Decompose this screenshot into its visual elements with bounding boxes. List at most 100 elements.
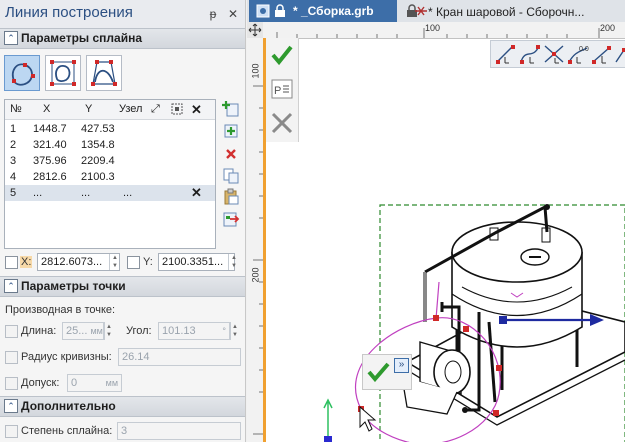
angle-spinner[interactable]: ▲ ▼	[229, 323, 240, 339]
paste-node-button[interactable]	[222, 188, 240, 206]
section-additional[interactable]: ⌃ Дополнительно	[0, 396, 245, 417]
delete-column-icon[interactable]: ✕	[191, 102, 202, 118]
section-point-params[interactable]: ⌃ Параметры точки	[0, 276, 245, 297]
degree-label: Степень сплайна:	[21, 425, 113, 437]
collapse-icon[interactable]: ⌃	[4, 279, 18, 293]
tab-assembly-label: * _Сборка.grb	[293, 4, 374, 18]
document-tabs: * _Сборка.grb * Кран шаровой - Сборочн..…	[247, 0, 625, 23]
row5-x[interactable]: ...	[33, 185, 75, 201]
curvature-checkbox[interactable]	[5, 351, 18, 364]
import-icon	[223, 212, 240, 227]
drawing-canvas[interactable]: 100 200 100 200 P 0.0 »	[247, 22, 625, 442]
add-node-after-button[interactable]	[222, 122, 240, 140]
polyline-spline-button[interactable]	[86, 55, 122, 91]
nodes-table: № X Y Узел ⤢ ✕ 1 1448.7 427.53 2 321.40 …	[4, 99, 216, 249]
row4-x[interactable]: 2812.6	[33, 169, 75, 185]
col-header-y: Y	[85, 100, 93, 120]
delete-node-icon	[226, 149, 236, 159]
degree-input[interactable]: 3	[117, 422, 241, 440]
assembly-drawing	[323, 204, 625, 442]
tab-assembly[interactable]: * _Сборка.grb	[249, 0, 397, 22]
x-lock-checkbox[interactable]	[5, 256, 18, 269]
tab-ball-valve-label[interactable]: * Кран шаровой - Сборочн...	[428, 5, 584, 19]
add-node-before-button[interactable]	[222, 100, 240, 118]
pin-icon[interactable]: ᵽ	[206, 7, 220, 21]
ok-check-icon[interactable]	[366, 359, 392, 385]
spline-panel: Линия построения ᵽ ✕ ⌃ Параметры сплайна…	[0, 0, 246, 442]
import-nodes-button[interactable]	[222, 210, 240, 228]
degree-checkbox[interactable]	[5, 425, 18, 438]
tolerance-checkbox[interactable]	[5, 377, 18, 390]
section-additional-label: Дополнительно	[21, 399, 116, 413]
y-lock-checkbox[interactable]	[127, 256, 140, 269]
length-checkbox[interactable]	[5, 325, 18, 338]
delete-row-icon[interactable]: ✕	[191, 185, 202, 201]
length-spinner[interactable]: ▲ ▼	[103, 323, 114, 339]
inline-confirm-popup: »	[362, 354, 412, 390]
closed-curve-button[interactable]	[45, 55, 81, 91]
tolerance-input[interactable]: 0 мм	[67, 374, 122, 392]
polyline-spline-icon	[91, 60, 117, 86]
length-unit: мм	[90, 326, 103, 336]
row3-x[interactable]: 375.96	[33, 153, 75, 169]
angle-label: Угол:	[126, 325, 152, 337]
valve-icon	[415, 6, 427, 16]
more-options-button[interactable]: »	[394, 358, 409, 373]
row2-x[interactable]: 321.40	[33, 137, 75, 153]
closed-spline-icon	[12, 63, 35, 86]
paste-icon	[224, 188, 239, 205]
panel-header: Линия построения ᵽ ✕	[0, 0, 245, 28]
col-header-node: Узел	[119, 100, 143, 120]
section-spline-params[interactable]: ⌃ Параметры сплайна	[0, 28, 245, 49]
table-header	[5, 100, 215, 120]
y-spinner[interactable]: ▲ ▼	[228, 254, 239, 270]
add-node-before-icon	[222, 101, 239, 117]
y-label: Y:	[143, 256, 153, 268]
close-panel-button[interactable]: ✕	[226, 7, 240, 21]
closed-curve-icon	[50, 60, 76, 86]
row1-y[interactable]: 427.53	[81, 121, 115, 137]
length-value: 25...	[66, 325, 88, 337]
collapse-icon[interactable]: ⌃	[4, 31, 18, 45]
x-coordinate-input[interactable]: 2812.6073...	[37, 253, 120, 271]
document-icon	[256, 4, 270, 18]
tolerance-unit: мм	[105, 378, 118, 388]
expand-icon[interactable]: ⤢	[151, 103, 163, 115]
collapse-icon[interactable]: ⌃	[4, 399, 18, 413]
x-label: X:	[20, 256, 33, 268]
curvature-input[interactable]: 26.14	[118, 348, 241, 366]
y-coordinate-input[interactable]: 2100.3351...	[158, 253, 235, 271]
closed-spline-button[interactable]	[4, 55, 40, 91]
angle-value: 101.13	[162, 325, 196, 337]
row5-node[interactable]: ...	[123, 185, 153, 201]
add-node-after-icon	[224, 124, 238, 138]
col-header-x: X	[43, 100, 51, 120]
row2-num: 2	[10, 139, 17, 151]
row1-num: 1	[10, 123, 17, 135]
copy-node-button[interactable]	[222, 167, 240, 185]
row1-x[interactable]: 1448.7	[33, 121, 75, 137]
row4-num: 4	[10, 171, 17, 183]
row5-y[interactable]: ...	[81, 185, 115, 201]
x-spinner[interactable]: ▲ ▼	[109, 254, 120, 270]
angle-input[interactable]: 101.13 °	[158, 322, 231, 340]
section-point-params-label: Параметры точки	[21, 279, 126, 293]
tolerance-label: Допуск:	[21, 377, 60, 389]
curvature-label: Радиус кривизны:	[21, 351, 112, 363]
section-spline-params-label: Параметры сплайна	[21, 31, 143, 45]
row4-y[interactable]: 2100.3	[81, 169, 115, 185]
tolerance-value: 0	[71, 377, 78, 389]
row5-num: 5	[10, 187, 17, 199]
derivative-label: Производная в точке:	[5, 304, 116, 316]
row2-y[interactable]: 1354.8	[81, 137, 115, 153]
copy-icon	[223, 168, 239, 184]
delete-node-button[interactable]	[222, 145, 240, 163]
row3-y[interactable]: 2209.4	[81, 153, 115, 169]
length-label: Длина:	[21, 325, 57, 337]
select-node-icon[interactable]	[171, 103, 183, 115]
panel-title: Линия построения	[5, 4, 133, 21]
angle-unit: °	[222, 326, 226, 336]
col-header-num: №	[10, 100, 22, 120]
row3-num: 3	[10, 155, 17, 167]
length-input[interactable]: 25... мм	[62, 322, 105, 340]
